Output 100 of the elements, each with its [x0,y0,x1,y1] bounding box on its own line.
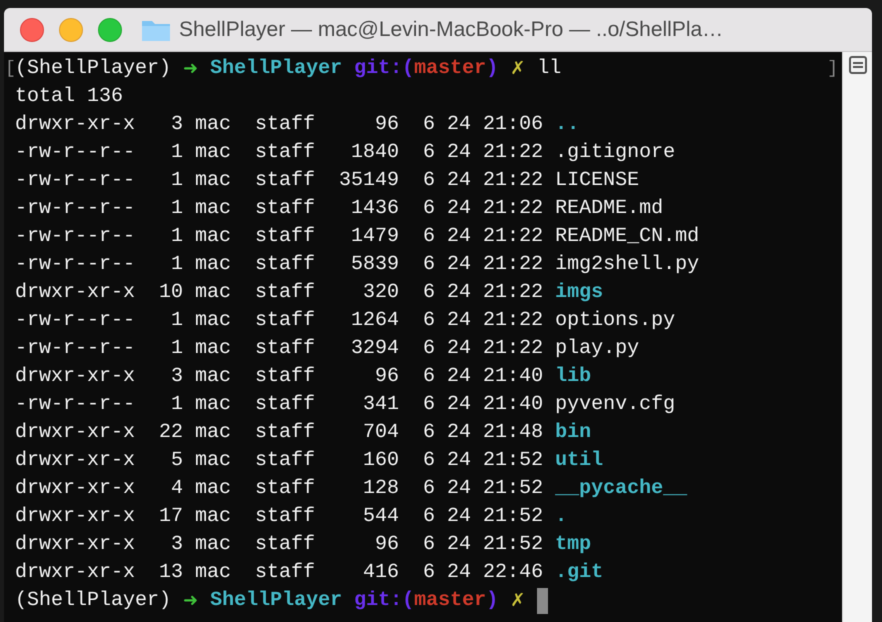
file-size: 1479 [350,224,400,250]
modified-date: 6 24 21:22 [423,336,544,362]
permissions-text: drwxr-xr-x [15,476,136,502]
file-size: 3294 [350,336,400,362]
link-count: 22 [159,420,184,446]
group-name: staff [255,196,316,222]
file-size: 544 [362,504,400,530]
file-name: imgs [555,280,604,306]
modified-date: 6 24 21:48 [423,420,544,446]
permissions-text: drwxr-xr-x [15,532,136,558]
directory-name: ShellPlayer [210,588,342,614]
owner-name: mac [195,224,232,250]
file-size: 416 [362,560,400,586]
owner-name: mac [195,112,232,138]
modified-date: 6 24 21:52 [423,448,544,474]
permissions-text: drwxr-xr-x [15,504,136,530]
minimize-button[interactable] [59,18,83,42]
file-size: 1264 [350,308,400,334]
file-size: 96 [374,112,400,138]
owner-name: mac [195,168,232,194]
prompt-arrow: ➜ [183,57,198,81]
owner-name: mac [195,448,232,474]
zoom-button[interactable] [98,18,122,42]
group-name: staff [255,532,316,558]
file-size: 1840 [350,140,400,166]
owner-name: mac [195,196,232,222]
group-name: staff [255,168,316,194]
close-button[interactable] [20,18,44,42]
link-count: 10 [159,280,184,306]
permissions-text: drwxr-xr-x [15,364,136,390]
group-name: staff [255,504,316,530]
permissions-text: drwxr-xr-x [15,280,136,306]
link-count: 1 [170,140,184,166]
owner-name: mac [195,476,232,502]
permissions-text: -rw-r--r-- [15,196,136,222]
git-label: git:( [354,588,414,614]
modified-date: 6 24 22:46 [423,560,544,586]
file-size: 128 [362,476,400,502]
link-count: 5 [170,448,184,474]
owner-name: mac [195,336,232,362]
file-size: 5839 [350,252,400,278]
link-count: 1 [170,224,184,250]
group-name: staff [255,308,316,334]
modified-date: 6 24 21:22 [423,196,544,222]
file-name: pyvenv.cfg [555,392,676,418]
prompt-arrow: ➜ [183,589,198,613]
file-name: .gitignore [555,140,676,166]
permissions-text: -rw-r--r-- [15,308,136,334]
permissions-text: drwxr-xr-x [15,112,136,138]
permissions-text: drwxr-xr-x [15,420,136,446]
line-mark: [ [5,58,15,81]
permissions-text: drwxr-xr-x [15,448,136,474]
link-count: 1 [170,168,184,194]
group-name: staff [255,420,316,446]
link-count: 3 [170,112,184,138]
file-size: 160 [362,448,400,474]
menu-icon[interactable] [848,56,866,74]
modified-date: 6 24 21:22 [423,168,544,194]
owner-name: mac [195,420,232,446]
link-count: 1 [170,196,184,222]
group-name: staff [255,280,316,306]
link-count: 1 [170,336,184,362]
permissions-text: -rw-r--r-- [15,168,136,194]
command-text: ll [537,56,562,82]
file-name: play.py [555,336,640,362]
file-name: README.md [555,196,664,222]
file-size: 1436 [350,196,400,222]
file-size: 96 [374,364,400,390]
permissions-text: -rw-r--r-- [15,392,136,418]
modified-date: 6 24 21:52 [423,504,544,530]
file-size: 35149 [339,168,400,194]
group-name: staff [255,140,316,166]
branch-name: master [414,588,486,614]
link-count: 3 [170,364,184,390]
group-name: staff [255,560,316,586]
file-size: 704 [362,420,400,446]
file-name: __pycache__ [555,476,688,502]
file-name: options.py [555,308,676,334]
file-name: .. [555,112,580,138]
owner-name: mac [195,504,232,530]
file-name: .git [555,560,604,586]
file-size: 320 [362,280,400,306]
git-label: ) [486,56,498,82]
group-name: staff [255,364,316,390]
window-title: ShellPlayer — mac@Levin-MacBook-Pro — ..o/ShellPla… [179,16,724,43]
link-count: 3 [170,532,184,558]
file-size: 341 [362,392,400,418]
modified-date: 6 24 21:22 [423,140,544,166]
owner-name: mac [195,252,232,278]
link-count: 1 [170,308,184,334]
modified-date: 6 24 21:22 [423,308,544,334]
permissions-text: -rw-r--r-- [15,336,136,362]
output-text: total 136 [15,84,124,110]
modified-date: 6 24 21:22 [423,224,544,250]
group-name: staff [255,252,316,278]
permissions-text: -rw-r--r-- [15,140,136,166]
file-size: 96 [374,532,400,558]
group-name: staff [255,476,316,502]
file-name: img2shell.py [555,252,700,278]
group-name: staff [255,224,316,250]
